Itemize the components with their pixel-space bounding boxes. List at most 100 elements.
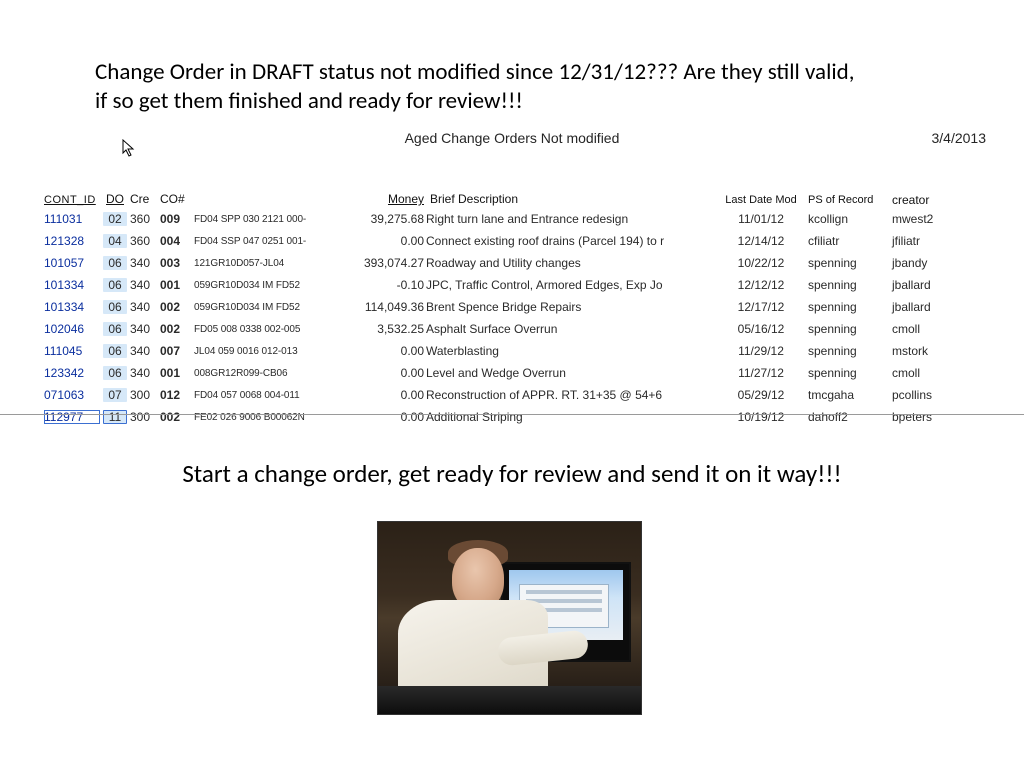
do-cell[interactable]: 06 [103, 344, 127, 358]
table-row[interactable]: 101334 06340001059GR10D034 IM FD52-0.10JP… [44, 274, 992, 296]
money-cell: 0.00 [344, 234, 424, 248]
money-cell: 0.00 [344, 388, 424, 402]
money-cell: 114,049.36 [344, 300, 424, 314]
cre-cell: 340 [130, 344, 160, 358]
do-cell[interactable]: 11 [103, 410, 127, 424]
lastmod-cell: 10/19/12 [714, 410, 808, 424]
col-header-brief: Brief Description [424, 192, 714, 206]
ps-cell: spenning [808, 300, 892, 314]
co-cell: 001 [160, 366, 194, 380]
change-order-table: CONT_ID DO Cre CO# Money Brief Descripti… [44, 178, 992, 428]
cre-cell: 300 [130, 388, 160, 402]
table-row[interactable]: 12132804360004FD04 SSP 047 0251 001-0.00… [44, 230, 992, 252]
money-cell: 0.00 [344, 344, 424, 358]
money-cell: 0.00 [344, 366, 424, 380]
cont-id-link[interactable]: 101334 [44, 278, 84, 292]
creator-cell: cmoll [892, 322, 972, 336]
do-cell[interactable]: 07 [103, 388, 127, 402]
creator-cell: mstork [892, 344, 972, 358]
table-row[interactable]: 10133406340002059GR10D034 IM FD52114,049… [44, 296, 992, 318]
do-cell[interactable]: 06 [103, 366, 127, 380]
cre-cell: 340 [130, 278, 160, 292]
cre-cell: 340 [130, 322, 160, 336]
lastmod-cell: 05/29/12 [714, 388, 808, 402]
lastmod-cell: 05/16/12 [714, 322, 808, 336]
money-cell: 393,074.27 [344, 256, 424, 270]
cont-id-link[interactable]: 121328 [44, 234, 84, 248]
cre-cell: 360 [130, 212, 160, 226]
brief-cell: Asphalt Surface Overrun [424, 322, 714, 336]
table-row[interactable]: 071063 07300012FD04 057 0068 004-0110.00R… [44, 384, 992, 406]
cont-id-link[interactable]: 123342 [44, 366, 84, 380]
ps-cell: dahoff2 [808, 410, 892, 424]
co-cell: 012 [160, 388, 194, 402]
table-row[interactable]: 10204606340002FD05 008 0338 002-0053,532… [44, 318, 992, 340]
ref-cell: FD04 SPP 030 2121 000- [194, 214, 344, 225]
do-cell[interactable]: 06 [103, 300, 127, 314]
brief-cell: Roadway and Utility changes [424, 256, 714, 270]
creator-cell: mwest2 [892, 212, 972, 226]
col-header-do[interactable]: DO [100, 192, 130, 206]
cont-id-link[interactable]: 102046 [44, 322, 84, 336]
brief-cell: Reconstruction of APPR. RT. 31+35 @ 54+6 [424, 388, 714, 402]
cont-id-link[interactable]: 071063 [44, 388, 84, 402]
brief-cell: JPC, Traffic Control, Armored Edges, Exp… [424, 278, 714, 292]
report-date: 3/4/2013 [932, 130, 987, 146]
co-cell: 007 [160, 344, 194, 358]
lastmod-cell: 11/27/12 [714, 366, 808, 380]
cre-cell: 340 [130, 366, 160, 380]
co-cell: 001 [160, 278, 194, 292]
cont-id-link[interactable]: 112977 [44, 410, 83, 424]
table-row[interactable]: 12334206340001008GR12R099-CB060.00Level … [44, 362, 992, 384]
creator-cell: jfiliatr [892, 234, 972, 248]
lastmod-cell: 12/17/12 [714, 300, 808, 314]
co-cell: 002 [160, 410, 194, 424]
co-cell: 004 [160, 234, 194, 248]
col-header-lastmod: Last Date Mod [714, 194, 808, 206]
cre-cell: 360 [130, 234, 160, 248]
report-title: Aged Change Orders Not modified [0, 130, 1024, 146]
do-cell[interactable]: 04 [103, 234, 127, 248]
creator-cell: jbandy [892, 256, 972, 270]
ps-cell: spenning [808, 344, 892, 358]
col-header-contid[interactable]: CONT_ID [44, 194, 100, 206]
brief-cell: Brent Spence Bridge Repairs [424, 300, 714, 314]
ps-cell: kcollign [808, 212, 892, 226]
ref-cell: 059GR10D034 IM FD52 [194, 302, 344, 313]
ref-cell: FD04 057 0068 004-011 [194, 390, 344, 401]
ps-cell: tmcgaha [808, 388, 892, 402]
ps-cell: spenning [808, 278, 892, 292]
cont-id-link[interactable]: 111045 [44, 344, 82, 358]
creator-cell: bpeters [892, 410, 972, 424]
ps-cell: spenning [808, 322, 892, 336]
lastmod-cell: 11/29/12 [714, 344, 808, 358]
row-divider [0, 414, 1024, 415]
employee-photo [377, 521, 642, 715]
lastmod-cell: 12/12/12 [714, 278, 808, 292]
do-cell[interactable]: 06 [103, 256, 127, 270]
money-cell: 3,532.25 [344, 322, 424, 336]
brief-cell: Level and Wedge Overrun [424, 366, 714, 380]
col-header-co: CO# [160, 192, 194, 206]
cont-id-link[interactable]: 111031 [44, 212, 82, 226]
brief-cell: Right turn lane and Entrance redesign [424, 212, 714, 226]
cre-cell: 340 [130, 300, 160, 314]
table-row[interactable]: 11297711300002FE02 026 9006 B00062N0.00A… [44, 406, 992, 428]
ps-cell: spenning [808, 256, 892, 270]
lastmod-cell: 12/14/12 [714, 234, 808, 248]
table-row[interactable]: 11104506340007JL04 059 0016 012-0130.00W… [44, 340, 992, 362]
money-cell: -0.10 [344, 278, 424, 292]
do-cell[interactable]: 06 [103, 322, 127, 336]
cont-id-link[interactable]: 101057 [44, 256, 84, 270]
do-cell[interactable]: 02 [103, 212, 127, 226]
table-row[interactable]: 11103102360009FD04 SPP 030 2121 000-39,2… [44, 208, 992, 230]
col-header-ps: PS of Record [808, 194, 892, 206]
ref-cell: 059GR10D034 IM FD52 [194, 280, 344, 291]
cont-id-link[interactable]: 101334 [44, 300, 84, 314]
ref-cell: JL04 059 0016 012-013 [194, 346, 344, 357]
money-cell: 39,275.68 [344, 212, 424, 226]
table-row[interactable]: 10105706340003121GR10D057-JL04393,074.27… [44, 252, 992, 274]
money-cell: 0.00 [344, 410, 424, 424]
col-header-money[interactable]: Money [344, 192, 424, 206]
do-cell[interactable]: 06 [103, 278, 127, 292]
